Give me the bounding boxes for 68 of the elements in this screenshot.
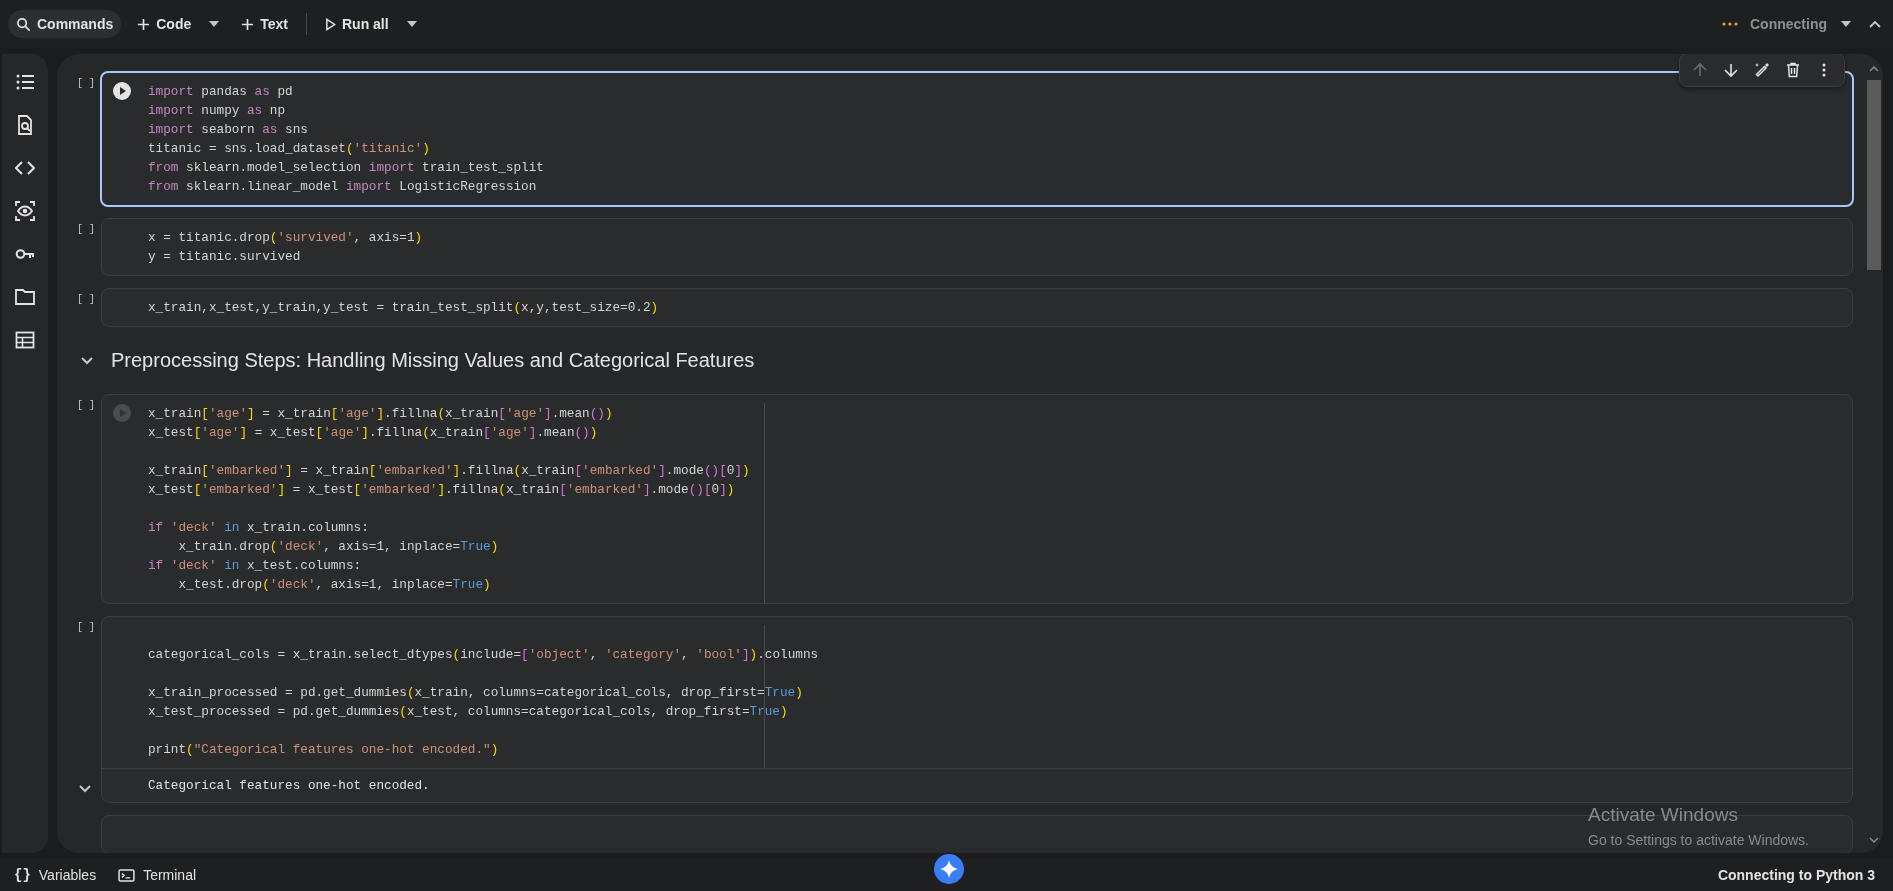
code-line: from sklearn.linear_model import LogisticRegression — [148, 178, 537, 196]
execution-count: [ ] — [77, 294, 96, 305]
code-line: titanic = sns.load_dataset('titanic') — [148, 140, 430, 158]
code-cell[interactable]: x_train,x_test,y_train,y_test = train_test_split(x,y,test_size=0.2) — [101, 288, 1853, 327]
run-cell-button[interactable] — [112, 81, 132, 101]
chevron-up-icon[interactable] — [1869, 20, 1881, 28]
document-search-icon[interactable] — [15, 115, 35, 135]
arrow-down-icon[interactable] — [1723, 62, 1739, 78]
scroll-down-icon[interactable] — [1869, 837, 1879, 843]
play-icon — [325, 17, 336, 31]
chevron-icon[interactable] — [81, 356, 93, 365]
cell-output: Categorical features one-hot encoded. — [148, 778, 430, 793]
code-line: x_train,x_test,y_train,y_test = train_test_split(x,y,test_size=0.2) — [148, 299, 659, 317]
connection-status[interactable]: Connecting — [1750, 16, 1827, 32]
execution-count: [ ] — [77, 622, 96, 633]
code-line: import numpy as np — [148, 102, 286, 120]
scrollbar-thumb[interactable] — [1867, 80, 1881, 270]
code-line: x_train_processed = pd.get_dummies(x_train, columns=categorical_cols, drop_first=True) — [148, 684, 803, 702]
code-line: x_test['age'] = x_test['age'].fillna(x_train['age'].mean()) — [148, 424, 598, 442]
code-line: categorical_cols = x_train.select_dtypes(include=['object', 'category', 'bool']).columns — [148, 646, 819, 664]
dots-icon — [1722, 22, 1738, 26]
activation-title: Activate Windows — [1588, 804, 1739, 826]
caret-icon[interactable] — [1841, 21, 1851, 27]
code-line: if 'deck' in x_test.columns: — [148, 557, 362, 575]
code-cell[interactable] — [101, 616, 1853, 803]
code-line: x_train.drop('deck', axis=1, inplace=True) — [177, 538, 499, 556]
code-cell[interactable]: x = titanic.drop('survived', axis=1) y = titanic.survived — [101, 218, 1853, 276]
code-line: x_test_processed = pd.get_dummies(x_test, columns=categorical_cols, drop_first=True) — [148, 703, 788, 721]
folder-icon[interactable] — [15, 287, 35, 307]
magic-pencil-icon[interactable] — [1754, 62, 1770, 78]
runtime-status: Connecting to Python 3 — [1717, 867, 1875, 883]
code-cell[interactable] — [101, 394, 1853, 604]
code-line: x_test.drop('deck', axis=1, inplace=True) — [177, 576, 491, 594]
commands-button[interactable]: Commands — [8, 10, 122, 38]
execution-count: [ ] — [77, 78, 96, 89]
run-cell-button[interactable] — [112, 403, 132, 423]
terminal-icon — [118, 868, 136, 882]
caret-icon[interactable] — [406, 21, 417, 27]
eye-icon[interactable] — [15, 201, 35, 221]
code-line: y = titanic.survived — [148, 248, 301, 266]
code-line: from sklearn.model_selection import train_test_split — [148, 159, 544, 177]
code-line: x = titanic.drop('survived', axis=1) — [148, 229, 423, 247]
code-line: x_train['age'] = x_train['age'].fillna(x_train['age'].mean()) — [148, 405, 613, 423]
code-line: if 'deck' in x_train.columns: — [148, 519, 369, 537]
plus-icon — [241, 17, 255, 31]
list-icon[interactable] — [15, 72, 35, 92]
trash-icon[interactable] — [1785, 62, 1801, 78]
code-line: x_train['embarked'] = x_train['embarked'].fillna(x_train['embarked'].mode()[0]) — [148, 462, 750, 480]
execution-count: [ ] — [77, 224, 96, 235]
caret-icon[interactable] — [209, 21, 220, 27]
code-line: print("Categorical features one-hot encoded.") — [148, 741, 499, 759]
code-line: x_test['embarked'] = x_test['embarked'].fillna(x_train['embarked'].mode()[0]) — [148, 481, 735, 499]
variables-button[interactable]: {} Variables — [14, 867, 97, 883]
code-line: import seaborn as sns — [148, 121, 308, 139]
activation-message: Go to Settings to activate Windows. — [1588, 832, 1809, 848]
sparkle-button[interactable] — [934, 854, 964, 884]
run-all-button[interactable]: Run all — [317, 10, 397, 38]
terminal-button[interactable]: Terminal — [118, 867, 197, 883]
chevron-icon[interactable] — [79, 785, 91, 793]
search-icon — [16, 16, 31, 32]
add-code-button[interactable]: Code — [129, 10, 200, 38]
execution-count: [ ] — [77, 400, 96, 411]
code-line: import pandas as pd — [148, 83, 293, 101]
scroll-up-icon[interactable] — [1869, 66, 1879, 72]
section-heading: Preprocessing Steps: Handling Missing Values and Categorical Features — [111, 349, 755, 372]
add-text-button[interactable]: Text — [233, 10, 296, 38]
plus-icon — [137, 17, 151, 31]
table-icon[interactable] — [15, 330, 35, 350]
